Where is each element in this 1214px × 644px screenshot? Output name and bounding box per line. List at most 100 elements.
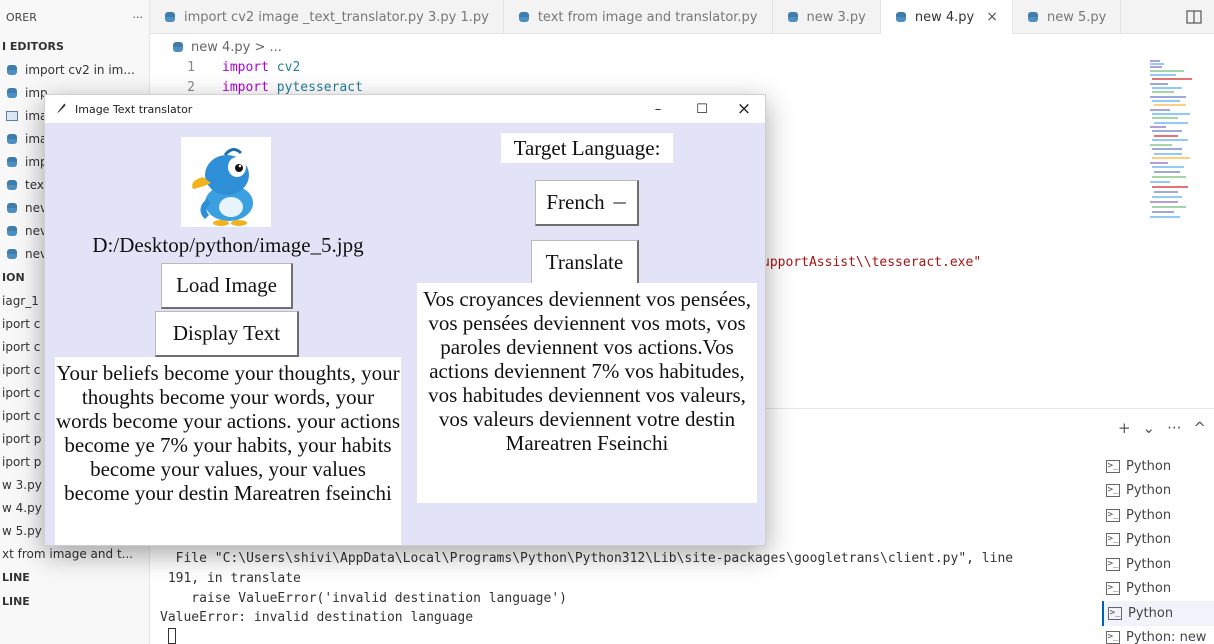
breadcrumb[interactable]: new 4.py > ... xyxy=(150,36,282,58)
terminal-instance[interactable]: >_ Python xyxy=(1102,454,1214,479)
tab-text-from-image[interactable]: text from image and translator.py xyxy=(504,0,773,34)
terminal-instance-label: Python xyxy=(1126,532,1172,548)
terminal-cursor xyxy=(168,628,176,644)
terminal-instance[interactable]: >_ Python xyxy=(1102,503,1214,528)
minimize-button[interactable]: – xyxy=(635,95,681,123)
target-language-label: Target Language: xyxy=(501,133,673,163)
terminal-instance[interactable]: >_ Python xyxy=(1102,552,1214,577)
tab-new-3[interactable]: new 3.py xyxy=(773,0,881,34)
terminal-icon: >_ xyxy=(1108,606,1122,620)
extracted-text-message: Your beliefs become your thoughts, your … xyxy=(55,357,401,545)
new-terminal-icon[interactable]: + xyxy=(1118,419,1131,437)
load-image-button[interactable]: Load Image xyxy=(161,263,293,309)
timeline-header[interactable]: LINE xyxy=(0,589,149,613)
loaded-image xyxy=(181,137,271,227)
display-text-button[interactable]: Display Text xyxy=(155,311,299,357)
terminal-instance-label: Python xyxy=(1126,556,1172,572)
python-file-icon xyxy=(172,41,184,53)
line-number: 1 xyxy=(187,60,195,75)
python-file-icon xyxy=(6,87,18,99)
python-file-icon xyxy=(6,248,18,260)
python-file-icon xyxy=(6,202,18,214)
close-button[interactable]: × xyxy=(721,95,767,123)
terminal-instance-list: >_ Python >_ Python >_ Python >_ Python >_ Py… xyxy=(1102,454,1214,644)
terminal-icon: >_ xyxy=(1106,631,1120,644)
code-line: import pytesseract xyxy=(222,80,363,95)
open-editors-header[interactable]: I EDITORS xyxy=(0,34,149,58)
terminal-icon: >_ xyxy=(1106,533,1120,547)
tab-label: new 3.py xyxy=(806,9,866,25)
image-text-translator-window: Image Text translator – ☐ × D:/Desktop/p… xyxy=(44,94,766,546)
terminal-icon: >_ xyxy=(1106,557,1120,571)
terminal-line: raise ValueError('invalid destination la… xyxy=(160,591,567,606)
chevron-down-icon[interactable]: ⌄ xyxy=(1143,419,1156,437)
minimap[interactable] xyxy=(1148,58,1196,228)
terminal-instance[interactable]: >_ Python xyxy=(1102,479,1214,504)
terminal-icon: >_ xyxy=(1106,484,1120,498)
breadcrumb-text: new 4.py > ... xyxy=(191,39,282,55)
open-editor-label: import cv2 in im... xyxy=(25,62,135,77)
language-option-menu[interactable]: French — xyxy=(535,180,639,226)
window-title: Image Text translator xyxy=(75,102,193,116)
more-actions-icon[interactable]: ··· xyxy=(1167,419,1181,437)
translated-text-message: Vos croyances deviennent vos pensées, vo… xyxy=(417,283,757,503)
code-line: import cv2 xyxy=(222,60,300,75)
python-file-icon xyxy=(6,133,18,145)
keyword: import xyxy=(222,80,269,95)
outline-header[interactable]: LINE xyxy=(0,565,149,589)
window-content: D:/Desktop/python/image_5.jpg Load Image… xyxy=(45,123,765,545)
maximize-button[interactable]: ☐ xyxy=(679,95,725,123)
terminal-instance-label: Python xyxy=(1126,483,1172,499)
code-string-fragment: upportAssist\\tesseract.exe" xyxy=(762,255,982,270)
image-file-icon xyxy=(6,110,18,121)
terminal-icon: >_ xyxy=(1106,508,1120,522)
terminal-line: ValueError: invalid destination language xyxy=(160,610,474,625)
more-actions-icon[interactable]: ··· xyxy=(133,11,144,24)
module-name: pytesseract xyxy=(276,80,363,95)
image-path-label: D:/Desktop/python/image_5.jpg xyxy=(92,233,364,257)
selected-language: French xyxy=(546,190,605,214)
python-file-icon xyxy=(787,11,799,23)
terminal-icon: >_ xyxy=(1106,582,1120,596)
terminal-line: File "C:\Users\shivi\AppData\Local\Progr… xyxy=(160,551,1014,566)
terminal-instance[interactable]: >_ Python xyxy=(1102,577,1214,602)
tab-new-4[interactable]: new 4.py × xyxy=(880,0,1013,34)
terminal-instance-label: Python xyxy=(1126,507,1172,523)
tab-label: text from image and translator.py xyxy=(537,9,758,25)
terminal-instance[interactable]: >_ Python: new xyxy=(1102,626,1214,644)
explorer-title: ORER xyxy=(6,10,37,24)
python-file-icon xyxy=(6,156,18,168)
terminal-instance-active[interactable]: >_ Python xyxy=(1102,601,1214,626)
python-file-icon xyxy=(164,11,176,23)
open-editor-item[interactable]: import cv2 in im... xyxy=(0,58,149,81)
terminal-instance-label: Python xyxy=(1126,581,1172,597)
python-file-icon xyxy=(1027,11,1039,23)
editor-tabs: import cv2 image _text_translator.py 3.p… xyxy=(150,0,1214,34)
close-tab-icon[interactable]: × xyxy=(986,9,998,25)
python-file-icon xyxy=(6,225,18,237)
python-file-icon xyxy=(518,11,530,23)
tab-new-5[interactable]: new 5.py xyxy=(1013,0,1122,34)
tab-label: new 5.py xyxy=(1046,9,1107,25)
line-number: 2 xyxy=(187,80,195,95)
tab-image-text-translator[interactable]: import cv2 image _text_translator.py 3.p… xyxy=(150,0,504,34)
window-titlebar[interactable]: Image Text translator – ☐ × xyxy=(45,95,765,123)
tab-label: import cv2 image _text_translator.py 3.p… xyxy=(184,9,489,25)
open-editor-label: tex xyxy=(25,177,44,192)
terminal-instance-label: Python: new xyxy=(1126,630,1207,644)
python-file-icon xyxy=(6,179,18,191)
explorer-header: ORER ··· xyxy=(0,0,149,34)
module-name: cv2 xyxy=(276,60,301,75)
piplup-image xyxy=(192,148,253,226)
keyword: import xyxy=(222,60,269,75)
maximize-panel-icon[interactable]: ^ xyxy=(1193,419,1206,437)
terminal-actions: + ⌄ ··· ^ xyxy=(1118,419,1206,437)
terminal-line: 191, in translate xyxy=(160,571,301,586)
terminal-icon: >_ xyxy=(1106,459,1120,473)
terminal-instance-label: Python xyxy=(1128,605,1174,621)
translate-button[interactable]: Translate xyxy=(531,240,639,286)
python-file-icon xyxy=(895,11,907,23)
split-editor-icon[interactable] xyxy=(1174,0,1214,33)
python-file-icon xyxy=(6,64,18,76)
terminal-instance[interactable]: >_ Python xyxy=(1102,528,1214,553)
